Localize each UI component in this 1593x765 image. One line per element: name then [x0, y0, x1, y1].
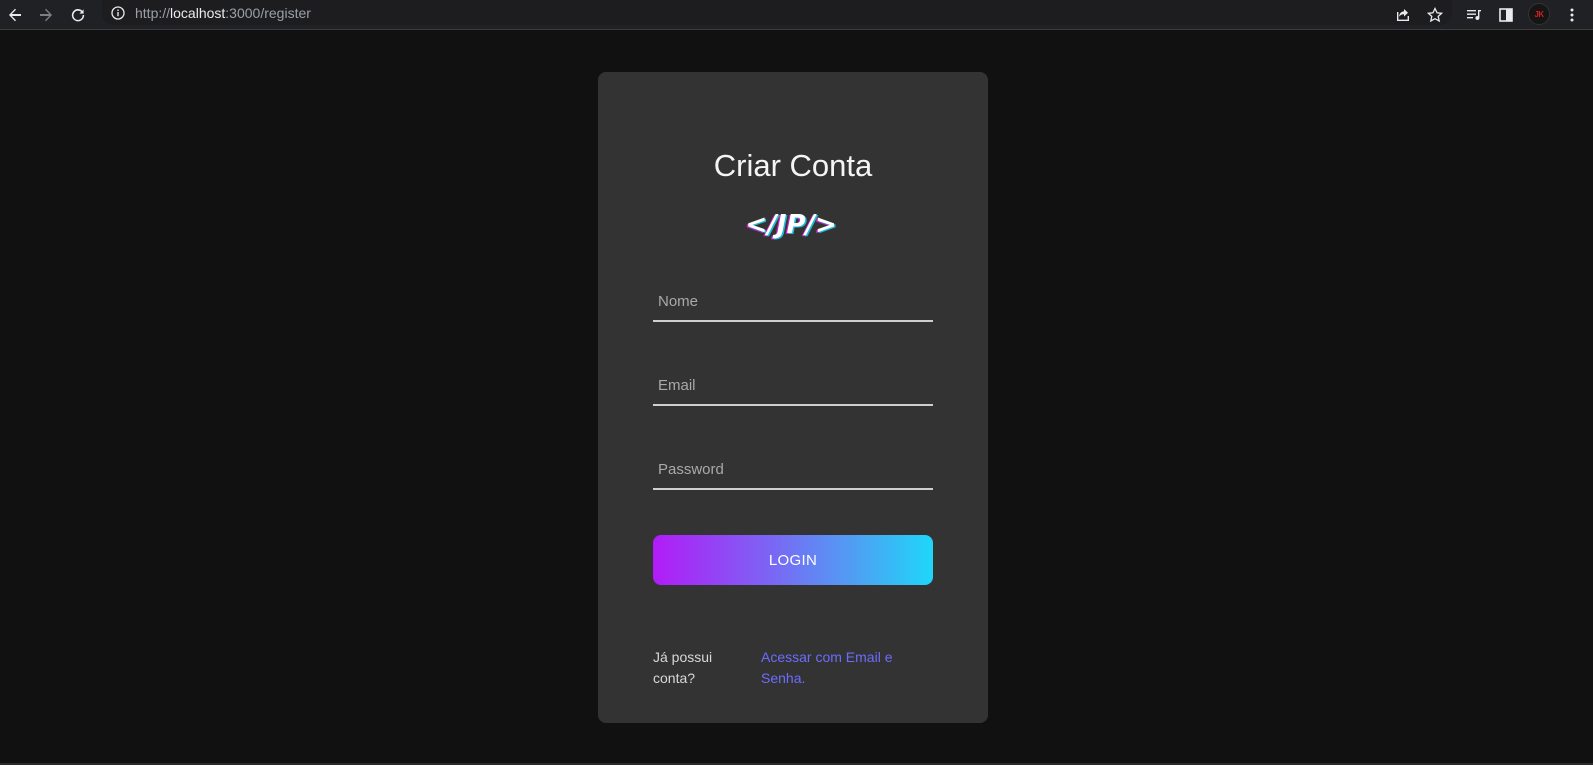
- playlist-icon: [1467, 10, 1481, 21]
- login-button[interactable]: LOGIN: [653, 535, 933, 585]
- name-input[interactable]: [653, 282, 933, 320]
- reload-button[interactable]: [65, 2, 91, 28]
- media-controls-button[interactable]: [1461, 2, 1487, 28]
- address-bar[interactable]: http://localhost:3000/register: [102, 0, 1452, 25]
- password-input[interactable]: [653, 450, 933, 488]
- logo-text: </JP/>: [746, 210, 837, 240]
- share-button[interactable]: [1390, 2, 1416, 28]
- side-panel-button[interactable]: [1493, 2, 1519, 28]
- url-path: :3000/register: [225, 4, 311, 21]
- menu-button[interactable]: [1559, 2, 1585, 28]
- email-input[interactable]: [653, 366, 933, 404]
- browser-toolbar: http://localhost:3000/register JK: [0, 0, 1593, 30]
- register-card: Criar Conta </JP/> </JP/> </JP/> LOGIN J…: [598, 72, 988, 723]
- page-title: Criar Conta: [713, 148, 873, 183]
- kebab-menu-icon: [1570, 8, 1574, 22]
- info-icon[interactable]: [110, 5, 126, 21]
- url-host: localhost: [170, 4, 226, 21]
- back-button[interactable]: [2, 2, 28, 28]
- profile-avatar[interactable]: JK: [1528, 3, 1550, 25]
- name-field: [653, 282, 933, 322]
- avatar-initials: JK: [1534, 9, 1544, 19]
- email-field: [653, 366, 933, 406]
- footer-question: Já possui conta?: [653, 649, 713, 686]
- login-link[interactable]: Acessar com Email e Senha.: [761, 647, 921, 689]
- url-scheme: http://: [135, 4, 171, 21]
- share-icon: [1397, 9, 1409, 21]
- password-field: [653, 450, 933, 490]
- forward-button[interactable]: [33, 2, 59, 28]
- bookmark-button[interactable]: [1422, 2, 1448, 28]
- url-text: http://localhost:3000/register: [135, 5, 311, 21]
- arrow-left-icon: [9, 8, 21, 22]
- arrow-right-icon: [40, 8, 52, 22]
- reload-icon: [71, 8, 85, 22]
- jp-logo: </JP/> </JP/> </JP/>: [744, 210, 838, 241]
- side-panel-icon: [1499, 8, 1513, 22]
- star-icon: [1427, 7, 1443, 23]
